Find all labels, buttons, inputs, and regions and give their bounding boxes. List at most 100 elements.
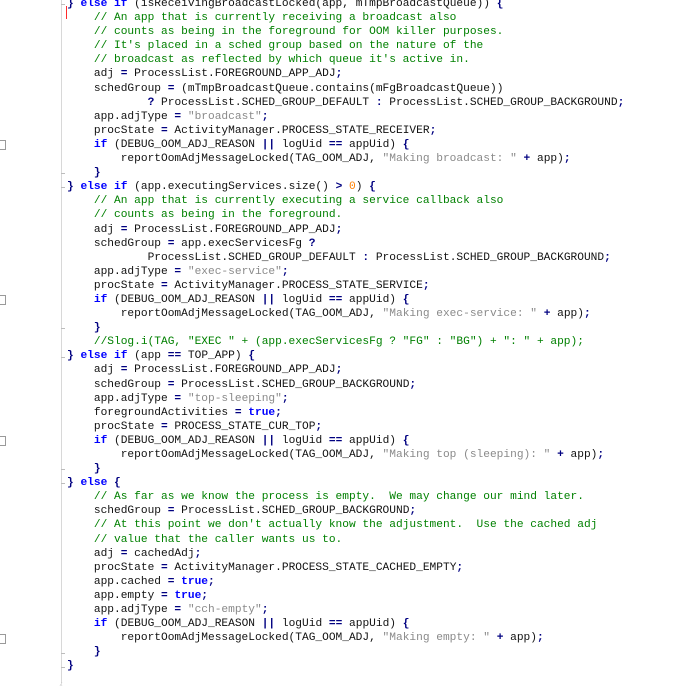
- code-line[interactable]: app.adjType = "broadcast";: [0, 110, 624, 124]
- comment-token: // It's placed in a sched group based on…: [93, 40, 484, 53]
- code-token: ActivityManager.PROCESS_STATE_RECEIVER: [167, 124, 430, 137]
- fold-tick: [61, 666, 65, 668]
- code-line[interactable]: // As far as we know the process is empt…: [0, 490, 624, 504]
- code-editor[interactable]: } else if (isReceivingBroadcastLocked(ap…: [0, 0, 693, 686]
- code-line[interactable]: adj = cachedAdj;: [0, 547, 624, 561]
- operator-token: ?: [308, 237, 316, 250]
- operator-token: ;: [281, 265, 289, 278]
- code-line[interactable]: ? ProcessList.SCHED_GROUP_DEFAULT : Proc…: [0, 96, 625, 110]
- code-line[interactable]: }: [0, 462, 624, 476]
- keyword-token: else: [80, 477, 108, 490]
- code-line[interactable]: ProcessList.SCHED_GROUP_DEFAULT : Proces…: [0, 251, 624, 265]
- code-line[interactable]: schedGroup = (mTmpBroadcastQueue.contain…: [0, 82, 624, 96]
- operator-token: ||: [261, 618, 276, 631]
- code-token: cachedAdj: [127, 547, 195, 560]
- code-line[interactable]: reportOomAdjMessageLocked(TAG_OOM_ADJ, "…: [0, 631, 624, 645]
- code-token: appUid): [342, 138, 403, 151]
- code-line[interactable]: reportOomAdjMessageLocked(TAG_OOM_ADJ, "…: [0, 307, 624, 321]
- code-line[interactable]: // value that the caller wants us to.: [0, 533, 624, 547]
- code-token: ActivityManager.PROCESS_STATE_SERVICE: [167, 279, 423, 292]
- code-line[interactable]: if (DEBUG_OOM_ADJ_REASON || logUid == ap…: [0, 138, 624, 152]
- code-line[interactable]: procState = ActivityManager.PROCESS_STAT…: [0, 124, 624, 138]
- code-line[interactable]: reportOomAdjMessageLocked(TAG_OOM_ADJ, "…: [0, 152, 624, 166]
- operator-token: :: [375, 96, 383, 109]
- operator-token: {: [248, 350, 256, 363]
- operator-token: ;: [429, 124, 437, 137]
- fold-tick: [61, 187, 65, 189]
- code-line[interactable]: schedGroup = ProcessList.SCHED_GROUP_BAC…: [0, 504, 624, 518]
- code-line[interactable]: schedGroup = app.execServicesFg ?: [0, 237, 624, 251]
- operator-token: ;: [604, 251, 611, 264]
- keyword-token: if: [93, 618, 108, 631]
- operator-token: ;: [261, 110, 269, 123]
- code-line[interactable]: // counts as being in the foreground for…: [0, 25, 624, 39]
- code-line[interactable]: adj = ProcessList.FOREGROUND_APP_ADJ;: [0, 67, 624, 81]
- code-line[interactable]: if (DEBUG_OOM_ADJ_REASON || logUid == ap…: [0, 293, 624, 307]
- code-line[interactable]: } else if (app == TOP_APP) {: [0, 349, 624, 363]
- code-line[interactable]: // At this point we don't actually know …: [0, 518, 624, 532]
- code-line[interactable]: adj = ProcessList.FOREGROUND_APP_ADJ;: [0, 363, 624, 377]
- code-token: ProcessList.SCHED_GROUP_BACKGROUND: [382, 96, 618, 109]
- code-token: foregroundActivities: [67, 406, 235, 419]
- code-line[interactable]: } else if (isReceivingBroadcastLocked(ap…: [0, 0, 624, 11]
- code-token: schedGroup: [67, 237, 168, 250]
- keyword-token: else if: [80, 181, 128, 194]
- code-token: logUid: [275, 618, 329, 631]
- operator-token: ;: [563, 153, 571, 166]
- code-line[interactable]: app.empty = true;: [0, 589, 624, 603]
- code-line[interactable]: // An app that is currently executing a …: [0, 194, 624, 208]
- comment-token: // An app that is currently executing a …: [93, 195, 504, 208]
- code-line[interactable]: // It's placed in a sched group based on…: [0, 39, 624, 53]
- code-line[interactable]: } else if (app.executingServices.size() …: [0, 180, 624, 194]
- operator-token: =: [161, 589, 168, 602]
- code-token: schedGroup: [67, 505, 168, 518]
- code-token: adj: [67, 547, 121, 560]
- code-line[interactable]: if (DEBUG_OOM_ADJ_REASON || logUid == ap…: [0, 617, 624, 631]
- operator-token: ;: [315, 420, 323, 433]
- code-token: reportOomAdjMessageLocked(TAG_OOM_ADJ,: [67, 632, 383, 645]
- code-token: appUid): [342, 618, 403, 631]
- operator-token: ;: [194, 547, 202, 560]
- operator-token: ;: [335, 364, 343, 377]
- code-line[interactable]: app.cached = true;: [0, 575, 624, 589]
- code-line[interactable]: }: [0, 166, 624, 180]
- code-line[interactable]: // broadcast as reflected by which queue…: [0, 53, 624, 67]
- code-line[interactable]: if (DEBUG_OOM_ADJ_REASON || logUid == ap…: [0, 434, 624, 448]
- code-line[interactable]: procState = PROCESS_STATE_CUR_TOP;: [0, 420, 624, 434]
- keyword-token: if: [93, 434, 108, 447]
- code-line[interactable]: adj = ProcessList.FOREGROUND_APP_ADJ;: [0, 223, 624, 237]
- operator-token: {: [114, 477, 121, 490]
- code-line[interactable]: procState = ActivityManager.PROCESS_STAT…: [0, 561, 624, 575]
- code-line[interactable]: foregroundActivities = true;: [0, 406, 624, 420]
- fold-tick: [61, 328, 65, 330]
- code-line[interactable]: schedGroup = ProcessList.SCHED_GROUP_BAC…: [0, 378, 624, 392]
- code-token: procState: [67, 561, 161, 574]
- code-token: ): [355, 181, 370, 194]
- code-line[interactable]: app.adjType = "top-sleeping";: [0, 392, 624, 406]
- code-line[interactable]: reportOomAdjMessageLocked(TAG_OOM_ADJ, "…: [0, 448, 624, 462]
- code-line[interactable]: }: [0, 659, 624, 673]
- code-line[interactable]: app.adjType = "exec-service";: [0, 265, 624, 279]
- code-line[interactable]: // counts as being in the foreground.: [0, 208, 624, 222]
- code-line[interactable]: procState = ActivityManager.PROCESS_STAT…: [0, 279, 624, 293]
- code-line[interactable]: app.adjType = "cch-empty";: [0, 603, 624, 617]
- number-token: 0: [349, 181, 356, 194]
- operator-token: }: [93, 646, 101, 659]
- code-text[interactable]: } else if (isReceivingBroadcastLocked(ap…: [0, 0, 624, 674]
- operator-token: ;: [201, 589, 209, 602]
- code-line[interactable]: } else {: [0, 476, 624, 490]
- code-line[interactable]: //Slog.i(TAG, "EXEC " + (app.execService…: [0, 335, 624, 349]
- operator-token: ==: [328, 138, 343, 151]
- string-token: "Making top (sleeping): ": [382, 449, 551, 461]
- code-line[interactable]: }: [0, 321, 624, 335]
- operator-token: ==: [328, 434, 343, 447]
- operator-token: ||: [261, 434, 276, 447]
- code-line[interactable]: }: [0, 645, 624, 659]
- code-line[interactable]: // An app that is currently receiving a …: [0, 11, 624, 25]
- code-token: app.adjType: [67, 392, 175, 405]
